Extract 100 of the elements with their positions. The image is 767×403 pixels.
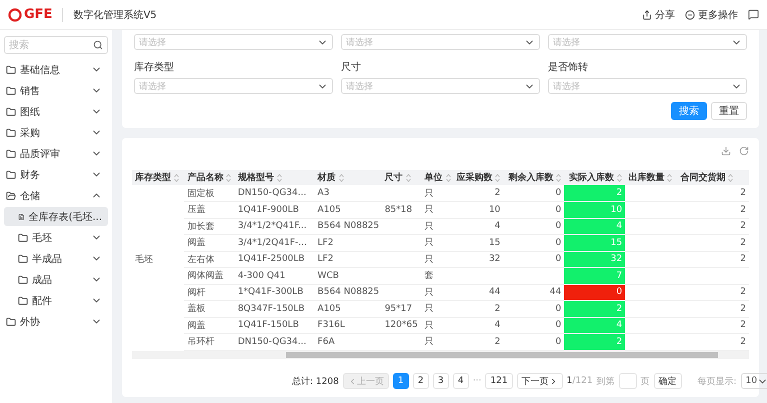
table-cell: 2 (453, 185, 504, 202)
sidebar-item[interactable]: 品质评审 (4, 144, 108, 163)
table-cell: 32 (453, 251, 504, 268)
sort-icon (174, 174, 179, 182)
page-button[interactable]: 2 (412, 373, 429, 389)
table-cell: 4 (564, 218, 626, 234)
table-cell: 2 (736, 234, 749, 251)
logo-mark-icon (8, 8, 22, 22)
table-cell: 0 (564, 284, 626, 300)
table-cell: 阀杆 (184, 284, 235, 300)
page-size-label: 每页显示: (698, 376, 737, 388)
column-header[interactable]: 应采购数 (453, 170, 504, 185)
table-cell: 2 (736, 317, 749, 334)
table-cell: 只 (422, 284, 454, 300)
page-button[interactable]: 3 (432, 373, 449, 389)
table-cell: 1Q41F-2500LB (234, 251, 315, 268)
table-cell: 吊环杆 (184, 334, 235, 350)
minus-circle-icon (685, 10, 695, 20)
table-cell: 只 (422, 317, 454, 334)
table-cell: 10 (564, 202, 626, 218)
table-cell: 2 (736, 202, 749, 218)
table-cell: 4 (453, 317, 504, 334)
table-cell: 95*17 (382, 300, 422, 317)
sidebar-item[interactable]: 全库存表(毛坯... (4, 207, 108, 226)
logo: GFE (8, 7, 52, 22)
confirm-button[interactable]: 确定 (654, 373, 682, 389)
table-cell: A105 (314, 300, 382, 317)
column-header[interactable]: 实际入库数 (564, 170, 626, 185)
folder-icon (18, 232, 28, 242)
column-header[interactable]: 剩余入库数 (503, 170, 564, 185)
table-cell: A3 (314, 185, 382, 202)
table-cell: 120*65 (382, 317, 422, 334)
table-cell: LF2 (314, 251, 382, 268)
column-header[interactable]: 尺寸 (382, 170, 422, 185)
table-cell: 4-300 Q41 (234, 268, 315, 284)
sidebar-item[interactable]: 基础信息 (4, 60, 108, 79)
column-header[interactable]: 材质 (314, 170, 382, 185)
sort-icon (226, 174, 232, 182)
share-icon (642, 10, 652, 20)
message-icon[interactable] (748, 9, 759, 20)
table-cell: 2 (736, 251, 749, 268)
column-header[interactable]: 合同交货期 (675, 170, 736, 185)
column-header[interactable]: 产品名称 (184, 170, 235, 185)
sidebar-item[interactable]: 销售 (4, 81, 108, 100)
next-page-button[interactable]: 下一页 (516, 373, 563, 389)
reset-button[interactable]: 重置 (711, 102, 747, 120)
table-cell: 2 (736, 218, 749, 234)
table-cell: 32 (564, 251, 626, 268)
table-cell: 8Q347F-150LB (234, 300, 315, 317)
table-cell: 2 (453, 300, 504, 317)
table-cell: 只 (422, 251, 454, 268)
sidebar-item[interactable]: 图纸 (4, 102, 108, 121)
folder-icon (6, 86, 16, 96)
page-indicator: 1/121 (566, 376, 593, 386)
column-header[interactable]: 规格型号 (234, 170, 315, 185)
column-header[interactable]: 单位 (422, 170, 454, 185)
sidebar-item[interactable]: 配件 (4, 291, 108, 310)
sidebar-item[interactable]: 仓储 (4, 186, 108, 205)
page-input[interactable] (618, 373, 637, 389)
table-cell: 2 (564, 334, 626, 350)
sidebar-item[interactable]: 成品 (4, 270, 108, 289)
more-actions-button[interactable]: 更多操作 (685, 8, 738, 22)
sidebar-item[interactable]: 采购 (4, 123, 108, 142)
column-header[interactable]: 出库数量 (625, 170, 676, 185)
folder-icon (6, 190, 16, 200)
sort-icon (667, 174, 672, 182)
sort-icon (728, 174, 734, 182)
page-size-select[interactable]: 10 (740, 373, 767, 389)
table-cell: 阀体阀盖 (184, 268, 235, 284)
table-cell: A105 (314, 202, 382, 218)
table-cell: 2 (736, 300, 749, 317)
folder-icon (6, 170, 16, 180)
folder-icon (6, 106, 16, 116)
table-cell: 15 (453, 234, 504, 251)
share-button[interactable]: 分享 (642, 8, 675, 22)
refresh-icon[interactable] (739, 146, 749, 156)
folder-icon (18, 254, 28, 264)
table-cell: 15 (564, 234, 626, 251)
table-cell: 2 (736, 284, 749, 300)
field-label: 库存类型 (134, 60, 175, 74)
sidebar-item[interactable]: 财务 (4, 165, 108, 184)
table-cell: 只 (422, 234, 454, 251)
field-label: 尺寸 (341, 60, 362, 74)
folder-icon (6, 148, 16, 158)
table-cell: F316L (314, 317, 382, 334)
download-icon[interactable] (721, 146, 731, 156)
sidebar-item[interactable]: 毛坯 (4, 228, 108, 247)
column-header[interactable]: 库存类型 (132, 170, 184, 185)
page-button[interactable]: 4 (452, 373, 469, 389)
table-cell: 2 (453, 334, 504, 350)
sidebar-item[interactable]: 外协 (4, 312, 108, 331)
table-cell: 3/4*1/2Q41F-... (234, 234, 315, 251)
page-button[interactable]: 121 (485, 373, 513, 389)
table-cell: 7 (564, 268, 626, 284)
table-cell: 1Q41F-150LB (234, 317, 315, 334)
table-cell: 10 (453, 202, 504, 218)
table-cell: 加长套 (184, 218, 235, 234)
table-cell: 2 (564, 300, 626, 317)
folder-icon (6, 64, 16, 74)
sidebar-item[interactable]: 半成品 (4, 249, 108, 268)
